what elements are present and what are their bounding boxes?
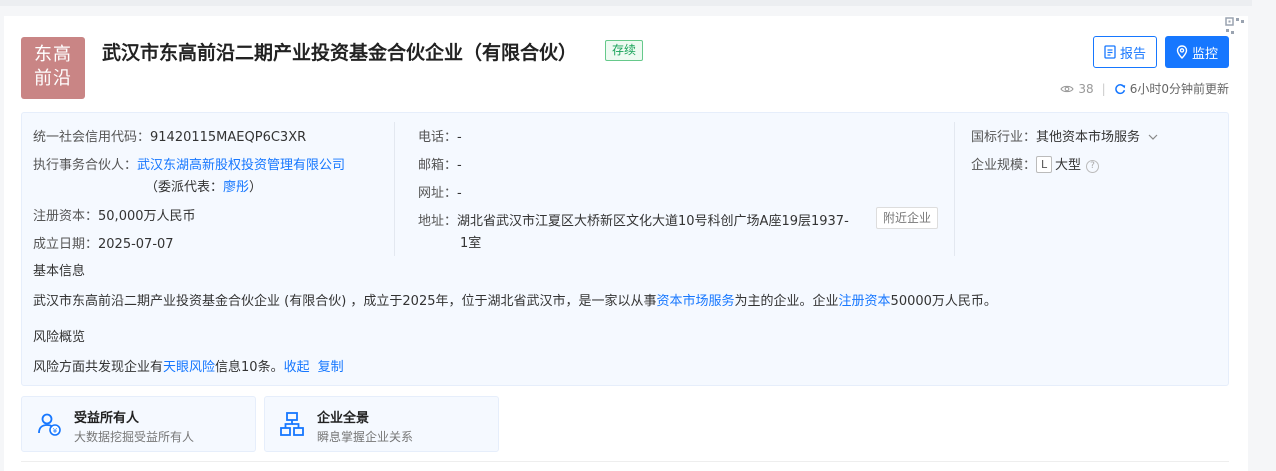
risk-text-2: 信息10条。 [215,360,284,375]
capital-label: 注册资本： [33,209,99,224]
address-row: 地址：湖北省武汉市江夏区大桥新区文化大道10号科创广场A座19层1937- [418,210,849,229]
website-row: 网址：- [418,182,462,201]
phone-value: - [457,130,462,145]
scale-value: 大型 [1055,158,1082,173]
report-button-label: 报告 [1119,46,1146,62]
beneficiary-icon: ¥ [38,413,61,436]
basic-info-heading-text: 基本信息 [33,264,86,279]
industry-label: 国标行业： [971,130,1037,145]
page-meta: 38 | 6小时0分钟前更新 [1060,80,1229,97]
basic-text-3: 50000万人民币。 [890,294,997,309]
meta-separator: | [1101,81,1106,96]
chevron-down-icon[interactable] [1148,133,1158,141]
top-bar [0,0,1276,6]
collapse-link[interactable]: 收起 [284,360,310,375]
logo-text-line2: 前沿 [34,68,72,89]
rep-suffix: ） [249,180,263,195]
update-time: 6小时0分钟前更新 [1129,82,1229,96]
eye-icon [1060,85,1075,92]
feature-subtitle: 大数据挖掘受益所有人 [74,430,195,444]
basic-info-heading: 基本信息 [33,260,85,279]
rep-name-link[interactable]: 廖彤 [223,180,249,195]
address-label: 地址： [418,214,458,229]
representative-row: （委派代表：廖彤） [145,176,262,195]
address-line1: 湖北省武汉市江夏区大桥新区文化大道10号科创广场A座19层1937- [457,214,849,229]
rep-prefix: （委派代表： [145,180,224,195]
help-icon[interactable]: ? [1086,160,1100,173]
credit-code-row: 统一社会信用代码：91420115MAEQP6C3XR [33,126,306,145]
feature-title: 受益所有人 [74,411,140,426]
credit-code-value: 91420115MAEQP6C3XR [150,130,307,145]
risk-heading-text: 风险概览 [33,330,86,345]
company-name: 武汉市东高前沿二期产业投资基金合伙企业（有限合伙） [102,42,578,64]
feature-card-beneficiary[interactable]: ¥ 受益所有人 大数据挖掘受益所有人 [21,396,256,452]
nearby-companies-button[interactable]: 附近企业 [876,207,939,229]
feature-subtitle: 瞬息掌握企业关系 [317,430,414,444]
feature-card-panorama[interactable]: 企业全景 瞬息掌握企业关系 [264,396,499,452]
location-pin-icon [1176,45,1188,59]
founded-label: 成立日期： [33,237,99,252]
phone-row: 电话：- [418,126,462,145]
feature-title: 企业全景 [317,411,370,426]
founded-row: 成立日期：2025-07-07 [33,233,174,252]
industry-row: 国标行业：其他资本市场服务 [971,126,1158,145]
column-divider [394,122,395,256]
partner-link[interactable]: 武汉东湖高新股权投资管理有限公司 [137,158,345,173]
document-icon [1104,45,1116,59]
view-count: 38 [1078,81,1094,96]
address-line2: 1室 [460,236,482,251]
website-label: 网址： [418,186,458,201]
company-logo: 东高 前沿 [21,37,85,99]
website-value: - [457,186,462,201]
refresh-icon[interactable] [1114,83,1126,95]
email-value: - [457,158,462,173]
monitor-button[interactable]: 监控 [1165,36,1229,68]
logo-text-line1: 东高 [34,44,72,65]
registered-capital-link[interactable]: 注册资本 [839,294,891,309]
industry-value[interactable]: 其他资本市场服务 [1036,130,1140,145]
risk-text: 风险方面共发现企业有天眼风险信息10条。收起 复制 [33,356,344,375]
scale-row: 企业规模： L 大型? [971,154,1100,173]
scale-label: 企业规模： [971,158,1037,173]
section-divider [21,461,1229,462]
org-chart-icon [280,412,304,436]
basic-text-2: 为主的企业。企业 [734,294,839,309]
capital-value: 50,000万人民币 [98,209,196,224]
monitor-button-label: 监控 [1191,46,1218,62]
column-divider-2 [954,122,955,256]
email-label: 邮箱： [418,158,458,173]
status-badge: 存续 [605,40,644,61]
scrollbar[interactable] [1252,0,1276,471]
basic-info-text: 武汉市东高前沿二期产业投资基金合伙企业 (有限合伙) ，成立于2025年，位于湖… [33,290,997,309]
address-line2-row: 1室 [460,232,481,251]
risk-heading: 风险概览 [33,326,85,345]
partner-row: 执行事务合伙人：武汉东湖高新股权投资管理有限公司 [33,154,345,173]
svg-text:¥: ¥ [53,427,58,435]
scale-letter-tag: L [1036,156,1053,173]
email-row: 邮箱：- [418,154,462,173]
capital-market-link[interactable]: 资本市场服务 [657,294,735,309]
capital-row: 注册资本：50,000万人民币 [33,205,196,224]
credit-code-label: 统一社会信用代码： [33,130,151,145]
tianyan-risk-link[interactable]: 天眼风险 [163,360,215,375]
basic-text-1: 武汉市东高前沿二期产业投资基金合伙企业 (有限合伙) ，成立于2025年，位于湖… [33,294,657,309]
report-button[interactable]: 报告 [1093,36,1157,68]
phone-label: 电话： [418,130,458,145]
copy-link[interactable]: 复制 [318,360,344,375]
founded-value: 2025-07-07 [98,237,174,252]
risk-text-1: 风险方面共发现企业有 [33,360,164,375]
partner-label: 执行事务合伙人： [33,158,138,173]
